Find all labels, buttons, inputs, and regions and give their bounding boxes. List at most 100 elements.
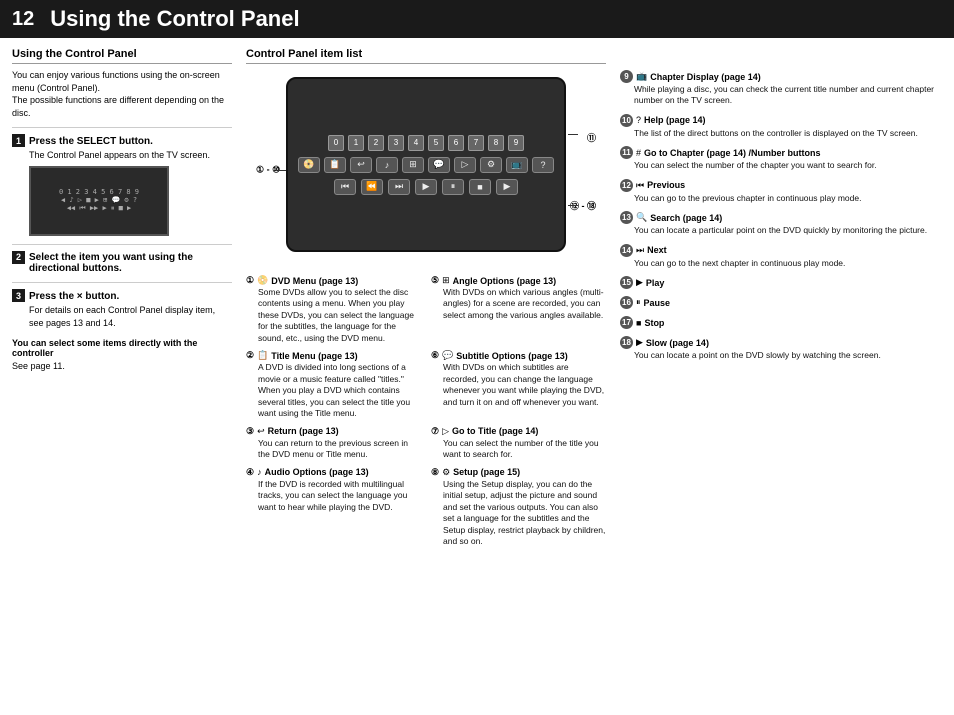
right-item-16-num: 16 (620, 296, 633, 309)
right-item-10-title: Help (page 14) (644, 115, 706, 125)
divider-1 (12, 127, 232, 128)
remote-function-row: 📀 📋 ↩ ♪ ⊞ 💬 ▷ ⚙ 📺 ? (298, 157, 554, 173)
remote-transport-row: ⏮ ⏪ ⏭ ▶ ⏸ ■ ▶ (334, 179, 518, 195)
right-item-10-icon: ? (636, 115, 641, 125)
item-1: ① 📀 DVD Menu (page 13) Some DVDs allow y… (246, 275, 421, 344)
step-2-num: 2 (12, 251, 25, 264)
right-item-17-header: 17 ■ Stop (620, 316, 942, 329)
item-2-title: Title Menu (page 13) (271, 351, 357, 361)
remote-angle-btn: ⊞ (402, 157, 424, 173)
item-3-title: Return (page 13) (268, 426, 339, 436)
item-3-header: ③ ↩ Return (page 13) (246, 426, 421, 437)
item-4-header: ④ ♪ Audio Options (page 13) (246, 467, 421, 478)
item-5-num: ⑤ (431, 275, 439, 286)
item-5-desc: With DVDs on which various angles (multi… (443, 287, 606, 321)
step-1-num: 1 (12, 134, 25, 147)
item-6-num: ⑥ (431, 350, 439, 361)
right-item-14-header: 14 ⏭ Next (620, 244, 942, 257)
callout-label-left: ① - ⑩ (256, 164, 280, 175)
step-3: 3 Press the × button. For details on eac… (12, 289, 232, 329)
main-content: Using the Control Panel You can enjoy va… (0, 38, 954, 563)
remote-btn-0: 0 (328, 135, 344, 151)
right-item-9-header: 9 📺 Chapter Display (page 14) (620, 70, 942, 83)
remote-play-btn: ▶ (415, 179, 437, 195)
item-7-num: ⑦ (431, 426, 439, 437)
right-item-12-icon: ⏮ (636, 180, 644, 191)
item-4-num: ④ (246, 467, 254, 478)
right-item-17-icon: ■ (636, 318, 641, 328)
right-item-11-title: Go to Chapter (page 14) /Number buttons (644, 148, 821, 158)
right-item-18-num: 18 (620, 336, 633, 349)
item-6: ⑥ 💬 Subtitle Options (page 13) With DVDs… (431, 350, 606, 419)
divider-3 (12, 282, 232, 283)
right-item-15: 15 ▶ Play (620, 276, 942, 289)
remote-pause-btn: ⏸ (442, 179, 464, 195)
item-7: ⑦ ▷ Go to Title (page 14) You can select… (431, 426, 606, 461)
step-3-header: 3 Press the × button. (12, 289, 232, 302)
step-3-desc: For details on each Control Panel displa… (29, 304, 232, 329)
callout-line-left (278, 170, 286, 171)
step-2: 2 Select the item you want using the dir… (12, 251, 232, 275)
right-item-12-num: 12 (620, 179, 633, 192)
right-column: 9 📺 Chapter Display (page 14) While play… (620, 48, 942, 553)
remote-return-btn: ↩ (350, 157, 372, 173)
item-3-icon: ↩ (257, 426, 265, 437)
right-item-12: 12 ⏮ Previous You can go to the previous… (620, 179, 942, 204)
item-1-icon: 📀 (257, 275, 268, 286)
step-1-label: Press the SELECT button. (29, 136, 153, 147)
step-2-label: Select the item you want using the direc… (29, 252, 232, 274)
right-item-12-title: Previous (647, 180, 685, 190)
page-number: 12 (12, 8, 34, 31)
right-item-9-title: Chapter Display (page 14) (650, 72, 761, 82)
item-2-num: ② (246, 350, 254, 361)
remote-number-row: 0 1 2 3 4 5 6 7 8 9 (328, 135, 524, 151)
remote-btn-2: 2 (368, 135, 384, 151)
right-item-12-desc: You can go to the previous chapter in co… (634, 193, 942, 204)
right-item-10: 10 ? Help (page 14) The list of the dire… (620, 114, 942, 139)
remote-title-btn: 📋 (324, 157, 346, 173)
item-6-header: ⑥ 💬 Subtitle Options (page 13) (431, 350, 606, 361)
item-5-icon: ⊞ (442, 275, 450, 286)
item-5-title: Angle Options (page 13) (453, 276, 557, 286)
item-2-desc: A DVD is divided into long sections of a… (258, 362, 421, 419)
item-8-desc: Using the Setup display, you can do the … (443, 479, 606, 548)
right-item-17-title: Stop (644, 318, 664, 328)
item-1-desc: Some DVDs allow you to select the disc c… (258, 287, 421, 344)
step-3-num: 3 (12, 289, 25, 302)
item-6-icon: 💬 (442, 350, 453, 361)
remote-subtitle-btn: 💬 (428, 157, 450, 173)
item-8-title: Setup (page 15) (453, 467, 520, 477)
right-item-10-header: 10 ? Help (page 14) (620, 114, 942, 127)
item-6-title: Subtitle Options (page 13) (456, 351, 568, 361)
items-grid: ① 📀 DVD Menu (page 13) Some DVDs allow y… (246, 275, 606, 553)
remote-area: 0 1 2 3 4 5 6 7 8 9 📀 📋 ↩ ♪ ⊞ (256, 72, 596, 267)
remote-help-btn: ? (532, 157, 554, 173)
remote-btn-6: 6 (448, 135, 464, 151)
item-7-header: ⑦ ▷ Go to Title (page 14) (431, 426, 606, 437)
tv-screen-content: 0 1 2 3 4 5 6 7 8 9 ◀ ♪ ▷ ■ ▶ ⊞ 💬 ⚙ ? ◀◀… (59, 188, 139, 213)
item-3-desc: You can return to the previous screen in… (258, 438, 421, 461)
item-1-num: ① (246, 275, 254, 286)
right-item-9-icon: 📺 (636, 71, 647, 82)
page-header: 12 Using the Control Panel (0, 0, 954, 38)
right-item-14-num: 14 (620, 244, 633, 257)
remote-slow-btn: ▶ (496, 179, 518, 195)
right-item-11-icon: # (636, 148, 641, 158)
right-item-15-num: 15 (620, 276, 633, 289)
tv-screen-illustration: 0 1 2 3 4 5 6 7 8 9 ◀ ♪ ▷ ■ ▶ ⊞ 💬 ⚙ ? ◀◀… (29, 166, 169, 236)
item-5: ⑤ ⊞ Angle Options (page 13) With DVDs on… (431, 275, 606, 344)
page-title: Using the Control Panel (50, 6, 299, 32)
right-item-14-icon: ⏭ (636, 245, 644, 256)
item-7-title: Go to Title (page 14) (452, 426, 538, 436)
right-item-12-header: 12 ⏮ Previous (620, 179, 942, 192)
right-item-10-num: 10 (620, 114, 633, 127)
right-item-13-desc: You can locate a particular point on the… (634, 225, 942, 236)
item-1-header: ① 📀 DVD Menu (page 13) (246, 275, 421, 286)
right-item-17-num: 17 (620, 316, 633, 329)
item-8-num: ⑧ (431, 467, 439, 478)
item-4-icon: ♪ (257, 467, 262, 477)
note-text: See page 11. (12, 360, 232, 373)
right-item-13-header: 13 🔍 Search (page 14) (620, 211, 942, 224)
right-item-9-num: 9 (620, 70, 633, 83)
remote-btn-7: 7 (468, 135, 484, 151)
